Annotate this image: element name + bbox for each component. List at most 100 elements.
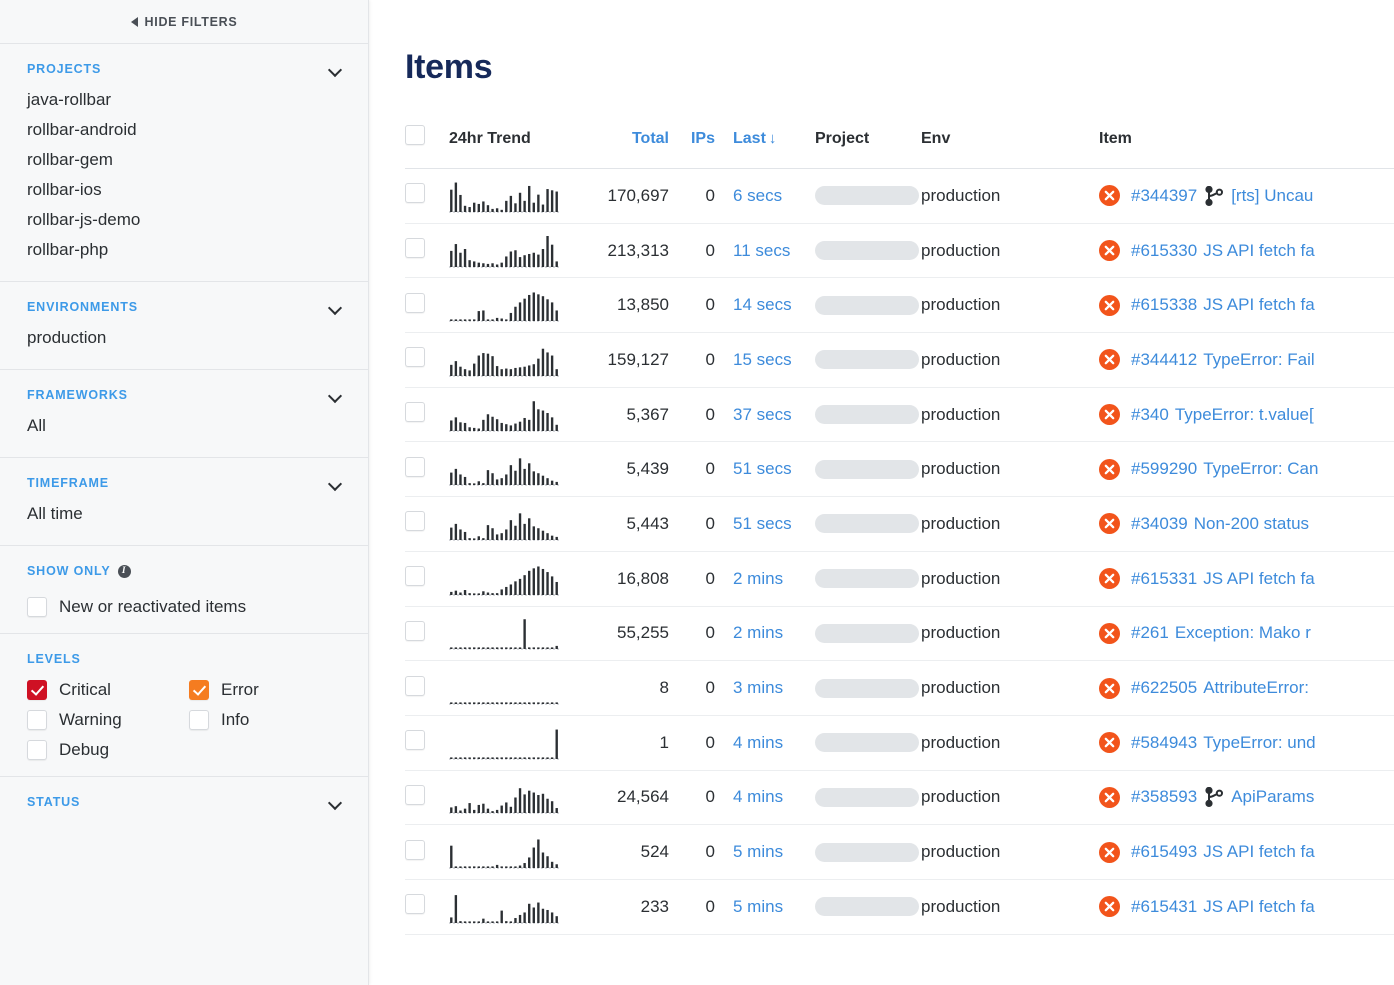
- row-checkbox[interactable]: [405, 620, 425, 641]
- table-row[interactable]: 55,255 0 2 mins production #261 Exception: Ma…: [405, 606, 1394, 662]
- row-checkbox[interactable]: [405, 183, 425, 204]
- level-checkbox-info[interactable]: Info: [189, 710, 341, 730]
- item-id-link[interactable]: #344397: [1131, 186, 1197, 206]
- item-id-link[interactable]: #34039: [1131, 514, 1188, 534]
- row-checkbox[interactable]: [405, 675, 425, 696]
- item-id-link[interactable]: #615493: [1131, 842, 1197, 862]
- level-checkbox-critical[interactable]: Critical: [27, 680, 189, 700]
- checkbox-box[interactable]: [27, 710, 47, 730]
- filter-item-environment[interactable]: production: [27, 323, 341, 353]
- git-branch-icon[interactable]: [1205, 185, 1224, 206]
- column-header-last[interactable]: Last ↓: [715, 125, 793, 169]
- item-id-link[interactable]: #615338: [1131, 295, 1197, 315]
- row-checkbox[interactable]: [405, 566, 425, 587]
- section-header-status[interactable]: STATUS: [0, 777, 368, 809]
- item-title-link[interactable]: Non-200 status: [1194, 514, 1309, 534]
- last-seen-link[interactable]: 6 secs: [733, 186, 782, 205]
- row-checkbox[interactable]: [405, 839, 425, 860]
- last-seen-link[interactable]: 11 secs: [733, 241, 790, 260]
- item-title-link[interactable]: AttributeError:: [1203, 678, 1309, 698]
- checkbox-box[interactable]: [27, 680, 47, 700]
- filter-item-project[interactable]: rollbar-ios: [27, 175, 341, 205]
- row-checkbox[interactable]: [405, 347, 425, 368]
- filter-item-timeframe[interactable]: All time: [27, 499, 341, 529]
- table-row[interactable]: 5,367 0 37 secs production #340 TypeError: t.…: [405, 387, 1394, 443]
- row-checkbox[interactable]: [405, 292, 425, 313]
- item-title-link[interactable]: JS API fetch fa: [1203, 295, 1315, 315]
- checkbox-box[interactable]: [189, 710, 209, 730]
- table-row[interactable]: 16,808 0 2 mins production #615331 JS API fet…: [405, 551, 1394, 607]
- last-seen-link[interactable]: 3 mins: [733, 678, 783, 697]
- item-id-link[interactable]: #340: [1131, 405, 1169, 425]
- section-header-timeframe[interactable]: TIMEFRAME: [0, 458, 368, 490]
- item-title-link[interactable]: TypeError: t.value[: [1175, 405, 1314, 425]
- filter-item-framework[interactable]: All: [27, 411, 341, 441]
- item-id-link[interactable]: #622505: [1131, 678, 1197, 698]
- checkbox-box[interactable]: [189, 680, 209, 700]
- last-seen-link[interactable]: 15 secs: [733, 350, 792, 369]
- filter-item-project[interactable]: rollbar-php: [27, 235, 341, 265]
- table-row[interactable]: 10 4 mins production #584943 TypeError: und: [405, 715, 1394, 771]
- table-row[interactable]: 13,850 0 14 secs production #615338 JS API fe…: [405, 277, 1394, 334]
- info-icon[interactable]: i: [117, 564, 131, 578]
- chevron-down-icon[interactable]: [329, 389, 342, 402]
- table-row[interactable]: 213,313 0 11 secs production #615330 JS API f…: [405, 223, 1394, 279]
- last-seen-link[interactable]: 4 mins: [733, 787, 783, 806]
- filter-item-project[interactable]: rollbar-android: [27, 115, 341, 145]
- hide-filters-button[interactable]: HIDE FILTERS: [0, 0, 368, 44]
- last-seen-link[interactable]: 2 mins: [733, 569, 783, 588]
- item-title-link[interactable]: Exception: Mako r: [1175, 623, 1311, 643]
- checkbox-box[interactable]: [27, 740, 47, 760]
- last-seen-link[interactable]: 51 secs: [733, 514, 792, 533]
- item-id-link[interactable]: #615331: [1131, 569, 1197, 589]
- chevron-down-icon[interactable]: [329, 63, 342, 76]
- row-checkbox[interactable]: [405, 511, 425, 532]
- last-seen-link[interactable]: 5 mins: [733, 897, 783, 916]
- table-row[interactable]: 5,443 0 51 secs production #34039 Non-200 sta…: [405, 496, 1394, 552]
- table-row[interactable]: 170,697 0 6 secs production #344397 [rts] Unc…: [405, 168, 1394, 224]
- checkbox-new-or-reactivated[interactable]: New or reactivated items: [27, 597, 341, 617]
- select-all-checkbox[interactable]: [405, 125, 425, 145]
- chevron-down-icon[interactable]: [329, 301, 342, 314]
- item-title-link[interactable]: TypeError: Fail: [1203, 350, 1314, 370]
- row-checkbox[interactable]: [405, 730, 425, 751]
- item-title-link[interactable]: TypeError: und: [1203, 733, 1315, 753]
- item-id-link[interactable]: #358593: [1131, 787, 1197, 807]
- item-title-link[interactable]: [rts] Uncau: [1231, 186, 1313, 206]
- item-title-link[interactable]: ApiParams: [1231, 787, 1314, 807]
- column-header-ips[interactable]: IPs: [669, 125, 715, 169]
- last-seen-link[interactable]: 5 mins: [733, 842, 783, 861]
- section-header-environments[interactable]: ENVIRONMENTS: [0, 282, 368, 314]
- chevron-down-icon[interactable]: [329, 477, 342, 490]
- item-id-link[interactable]: #615330: [1131, 241, 1197, 261]
- last-seen-link[interactable]: 51 secs: [733, 459, 792, 478]
- table-row[interactable]: 80 3 mins production #622505 AttributeError:: [405, 660, 1394, 716]
- row-checkbox[interactable]: [405, 402, 425, 423]
- section-header-frameworks[interactable]: FRAMEWORKS: [0, 370, 368, 402]
- row-checkbox[interactable]: [405, 784, 425, 805]
- item-title-link[interactable]: JS API fetch fa: [1203, 569, 1315, 589]
- column-header-total[interactable]: Total: [571, 125, 669, 169]
- last-seen-link[interactable]: 4 mins: [733, 733, 783, 752]
- item-title-link[interactable]: JS API fetch fa: [1203, 241, 1315, 261]
- table-row[interactable]: 524 0 5 mins production #615493 JS API fetch …: [405, 824, 1394, 880]
- item-id-link[interactable]: #261: [1131, 623, 1169, 643]
- table-row[interactable]: 24,564 0 4 mins production #358593 ApiParams: [405, 770, 1394, 826]
- checkbox-box[interactable]: [27, 597, 47, 617]
- item-id-link[interactable]: #615431: [1131, 897, 1197, 917]
- filter-item-project[interactable]: rollbar-gem: [27, 145, 341, 175]
- last-seen-link[interactable]: 37 secs: [733, 405, 792, 424]
- item-id-link[interactable]: #599290: [1131, 459, 1197, 479]
- last-seen-link[interactable]: 14 secs: [733, 295, 792, 314]
- git-branch-icon[interactable]: [1205, 787, 1224, 808]
- level-checkbox-error[interactable]: Error: [189, 680, 341, 700]
- item-id-link[interactable]: #344412: [1131, 350, 1197, 370]
- filter-item-project[interactable]: rollbar-js-demo: [27, 205, 341, 235]
- chevron-down-icon[interactable]: [329, 796, 342, 809]
- table-row[interactable]: 5,439 0 51 secs production #599290 TypeError:…: [405, 441, 1394, 498]
- row-checkbox[interactable]: [405, 238, 425, 259]
- item-title-link[interactable]: JS API fetch fa: [1203, 842, 1315, 862]
- level-checkbox-warning[interactable]: Warning: [27, 710, 189, 730]
- section-header-projects[interactable]: PROJECTS: [0, 44, 368, 76]
- row-checkbox[interactable]: [405, 894, 425, 915]
